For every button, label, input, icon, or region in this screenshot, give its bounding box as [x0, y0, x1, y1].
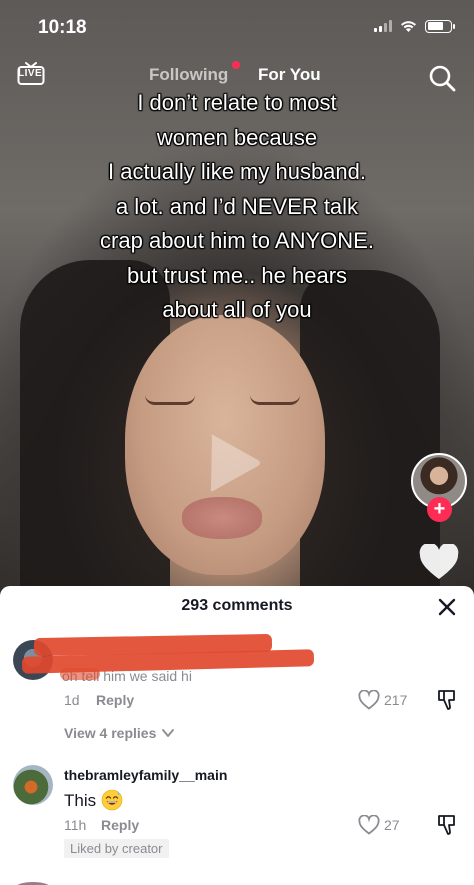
view-replies-button[interactable]: View 4 replies: [64, 725, 156, 741]
comment-text: This: [64, 791, 97, 810]
dislike-icon[interactable]: [437, 689, 457, 711]
like-count: 217: [384, 692, 408, 708]
live-label: LIVE: [18, 68, 43, 79]
follow-button[interactable]: +: [427, 497, 452, 522]
caption-line: a lot. and I’d NEVER talk: [115, 193, 359, 219]
liked-by-creator-badge: Liked by creator: [64, 839, 169, 858]
caption-line: I actually like my husband.: [107, 159, 367, 184]
close-icon[interactable]: [436, 596, 458, 618]
video-frame-eye-left: [145, 395, 195, 405]
like-heart-icon[interactable]: [358, 690, 380, 710]
video-frame-eye-right: [250, 395, 300, 405]
wifi-icon: [401, 21, 416, 32]
comments-sheet[interactable]: 293 comments oh tell him we said hi 1d R…: [0, 586, 474, 885]
tab-following-notification-dot: [232, 61, 240, 69]
like-heart-icon[interactable]: [358, 815, 380, 835]
battery-icon: [425, 19, 455, 33]
comment-age: 11h: [64, 817, 87, 833]
tab-following[interactable]: Following: [149, 65, 228, 85]
sweat-smile-emoji-icon: [101, 789, 123, 811]
dislike-icon[interactable]: [437, 814, 457, 836]
video-caption: I don’t relate to most women because I a…: [0, 86, 474, 328]
chevron-down-icon[interactable]: [161, 727, 175, 739]
reply-button[interactable]: Reply: [101, 817, 139, 833]
caption-line: women because: [156, 124, 318, 150]
tab-for-you[interactable]: For You: [258, 65, 321, 85]
caption-line: crap about him to ANYONE.: [100, 228, 374, 253]
comment-age: 1d: [64, 692, 80, 708]
caption-line: I don’t relate to most: [137, 90, 337, 115]
reply-button[interactable]: Reply: [96, 692, 134, 708]
caption-line: but trust me.. he hears: [126, 262, 348, 288]
cellular-signal-icon: [374, 20, 392, 32]
play-icon[interactable]: [208, 432, 262, 494]
redaction-mark: [60, 668, 100, 680]
comment-avatar[interactable]: [13, 765, 53, 805]
status-icons: [374, 19, 455, 33]
like-count: 27: [384, 817, 400, 833]
video-frame-lips: [182, 497, 262, 539]
heart-icon[interactable]: [419, 544, 459, 580]
comment-username[interactable]: thebramleyfamily__main: [64, 767, 227, 783]
status-time: 10:18: [38, 17, 87, 38]
caption-line: about all of you: [162, 297, 312, 322]
comments-count-title: 293 comments: [181, 597, 293, 614]
